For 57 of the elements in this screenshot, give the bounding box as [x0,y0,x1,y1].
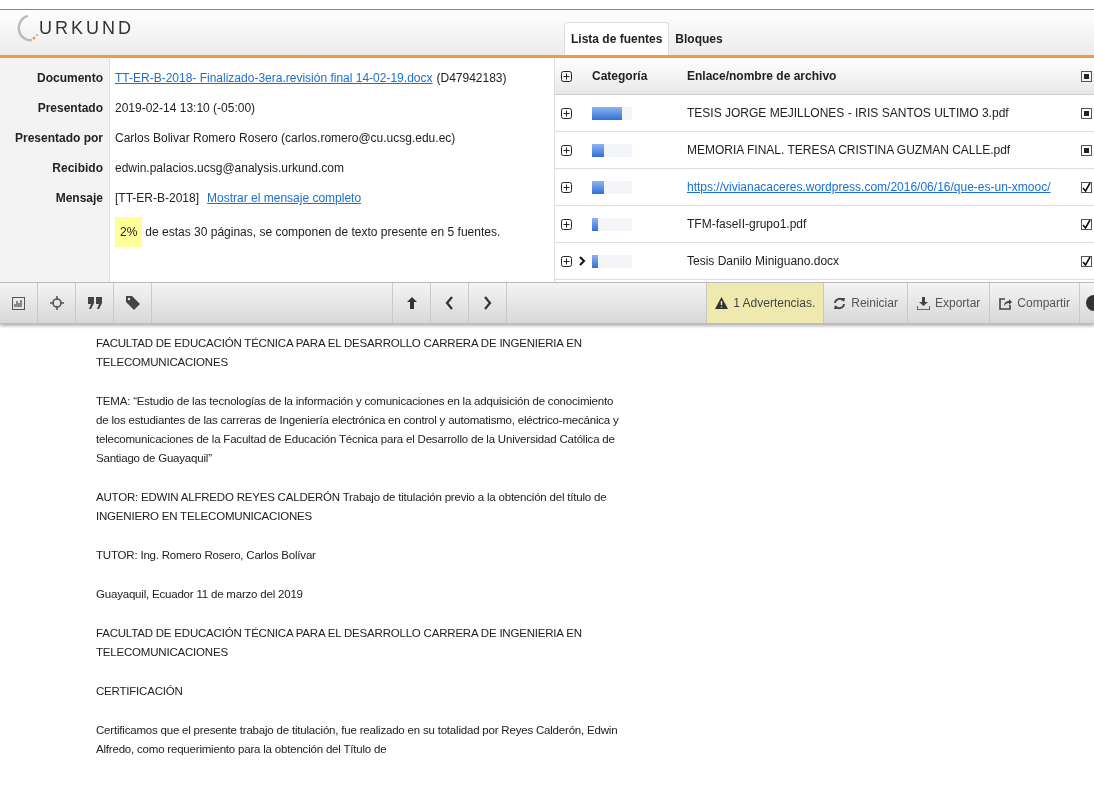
quote-icon [87,297,102,309]
document-id: (D47942183) [436,70,507,87]
warnings-button[interactable]: 1 Advertencias. [706,283,825,323]
document-link[interactable]: TT-ER-B-2018- Finalizado-3era.revisión final 14-02-19.docx [115,69,433,87]
source-name: Tesis Danilo Miniguano.docx [687,253,841,270]
share-icon [999,296,1013,310]
share-button[interactable]: Compartir [990,283,1080,323]
tab[interactable]: Lista de fuentes [564,22,670,55]
field-label: Presentado [37,100,103,117]
chevron-right-icon [483,296,492,310]
expand-icon[interactable] [561,218,572,230]
field-value: edwin.palacios.ucsg@analysis.urkund.com [115,160,344,177]
chevron-left-icon [445,296,454,310]
field-label: Presentado por [14,130,103,147]
document-paragraph: TUTOR: Ing. Romero Rosero, Carlos Bolívar [96,548,317,563]
tag-icon [125,296,140,310]
expand-icon[interactable] [561,255,572,267]
document-paragraph: Certificamos que el presente trabajo de titulación, fue realizado en su totalidad por Reyes Calderón, Edwin Alfredo, como requerimiento para la obtención del Título de [96,723,619,757]
refresh-icon [833,296,847,310]
source-link[interactable]: https://vivianacaceres.wordpress.com/2016/06/16/que-es-un-xmooc/ [687,178,1081,196]
source-name: TESIS JORGE MEJILLONES - IRIS SANTOS ULTIMO 3.pdf [687,105,1010,122]
export-button[interactable]: Exportar [907,283,991,323]
field-label: Recibido [52,160,103,177]
bar-chart-icon [12,296,25,310]
show-message-link[interactable]: Mostrar el mensaje completo [207,189,362,207]
field-label: Documento [37,70,103,87]
expand-icon[interactable] [561,144,572,156]
percent-badge: 2% [115,217,143,247]
document-paragraph: AUTOR: EDWIN ALFREDO REYES CALDERÓN Trabajo de titulación previo a la obtención del título de INGENIERO EN TELECOMUNICACIONES [96,490,608,524]
expand-icon[interactable] [561,181,572,193]
field-value: 2019-02-14 13:10 (-05:00) [115,100,256,117]
field-value: Carlos Bolivar Romero Rosero (carlos.romero@cu.ucsg.edu.ec) [115,130,456,147]
column-header: Enlace/nombre de archivo [687,68,838,85]
logo-text: URKUND [39,16,134,40]
source-name: MEMORIA FINAL. TERESA CRISTINA GUZMAN CALLE.pdf [687,142,1012,159]
checkbox[interactable] [1081,218,1092,230]
checkbox[interactable] [1081,255,1092,267]
document-paragraph: Guayaquil, Ecuador 11 de marzo del 2019 [96,587,304,602]
document-paragraph: CERTIFICACIÓN [96,684,184,699]
warning-icon [715,297,729,309]
summary-text: de estas 30 páginas, se componen de texto presente en 5 fuentes. [145,224,501,241]
source-name: TFM-faseII-grupo1.pdf [687,216,808,233]
document-paragraph: FACULTAD DE EDUCACIÓN TÉCNICA PARA EL DESARROLLO CARRERA DE INGENIERIA EN TELECOMUNICACIONES [96,336,583,370]
tab[interactable]: Bloques [671,22,727,55]
field-label: Mensaje [55,190,103,207]
up-arrow-icon [405,296,418,310]
download-icon [916,296,930,310]
expand-all-icon[interactable] [561,70,572,82]
checkbox[interactable] [1081,181,1092,193]
document-paragraph: TEMA: “Estudio de las tecnologías de la información y comunicaciones en la adquisición de conocimiento de los estudiantes de las carreras de Ingeniería electrónica en control y automatismo, eléctrico-mecánica y telecomunicaciones de la Facultad de Educación Técnica para el Desarrollo de la Universidad Católica de Santiago de Guayaquil” [96,394,620,466]
column-header: Categoría [592,68,649,85]
document-paragraph: FACULTAD DE EDUCACIÓN TÉCNICA PARA EL DESARROLLO CARRERA DE INGENIERIA EN TELECOMUNICACIONES [96,626,583,660]
refresh-button[interactable]: Reiniciar [824,283,908,323]
crosshair-icon [49,296,64,310]
expand-icon[interactable] [561,107,572,119]
message-text: [TT-ER-B-2018] [115,190,200,207]
logo-swoosh-icon [16,14,38,42]
